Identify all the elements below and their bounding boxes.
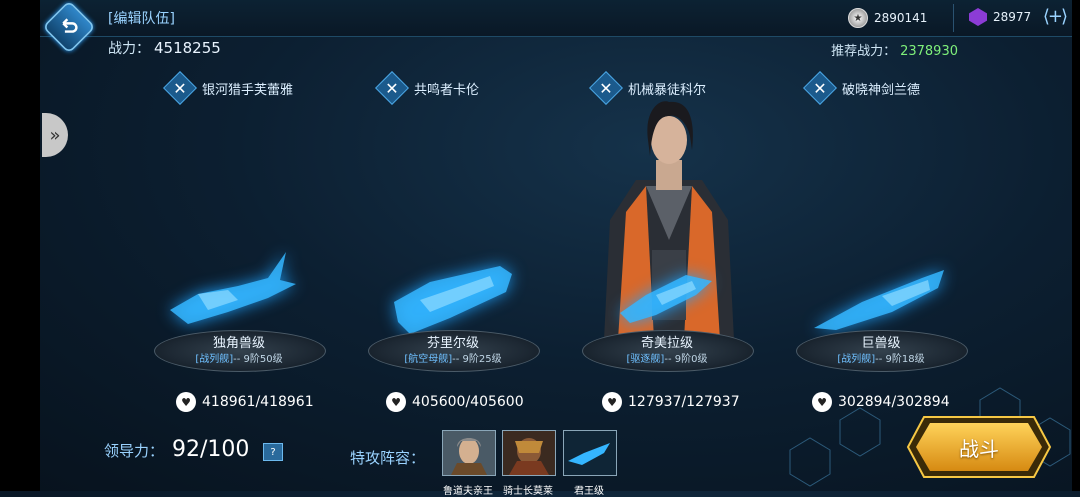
gem-amount: 28977: [993, 10, 1032, 24]
hp-value: 418961/418961: [202, 394, 314, 410]
hp-value: 127937/127937: [628, 394, 740, 410]
remove-slot-1-button[interactable]: ✕: [166, 74, 194, 102]
slot-4-commander: ✕ 破晓神剑兰德: [806, 74, 920, 102]
gem-icon: [969, 8, 987, 26]
ship-rank: -- 9阶18级: [875, 354, 925, 365]
ship-behemoth-class: [814, 270, 944, 330]
heart-icon: ♥: [176, 392, 196, 412]
side-panel-toggle[interactable]: »: [42, 113, 68, 157]
slot-3-commander: ✕ 机械暴徒科尔: [592, 74, 706, 102]
ship-class: [战列舰]: [837, 354, 876, 365]
heart-icon: ♥: [602, 392, 622, 412]
recommended-value: 2378930: [900, 44, 958, 59]
ship-class: [航空母舰]: [404, 354, 453, 365]
special-name: 鲁道夫亲王: [443, 486, 493, 497]
gem-currency: 28977: [969, 8, 1031, 26]
slot-1-ship-info: [战列舰]-- 9阶50级: [154, 350, 324, 365]
ship-chimera-class: [620, 275, 712, 323]
close-icon: ✕: [385, 78, 399, 98]
page-title: [编辑队伍]: [108, 11, 175, 27]
ship-rank: -- 9阶50级: [233, 354, 283, 365]
recommended-label: 推荐战力：: [831, 44, 897, 59]
slot-1-name: 银河猎手芙蕾雅: [202, 82, 294, 98]
add-currency-button[interactable]: ⟨+⟩: [1043, 6, 1068, 27]
slot-4-ship-name: 巨兽级: [861, 336, 901, 351]
special-name: 骑士长莫莱: [503, 486, 553, 497]
ship-unicorn-class: [170, 252, 296, 324]
heart-icon: ♥: [386, 392, 406, 412]
close-icon: ✕: [599, 78, 613, 98]
slot-1-hp: ♥ 418961/418961: [176, 392, 314, 412]
commander-portrait-icon: [502, 430, 556, 476]
help-button[interactable]: ?: [263, 443, 283, 461]
special-card-2[interactable]: 骑士长莫莱: [502, 430, 556, 497]
ship-rank: -- 9阶0级: [664, 354, 708, 365]
remove-slot-2-button[interactable]: ✕: [378, 74, 406, 102]
slot-3-ship-info: [驱逐舰]-- 9阶0级: [582, 350, 752, 365]
slot-1-commander: ✕ 银河猎手芙蕾雅: [166, 74, 293, 102]
ship-class: [驱逐舰]: [626, 354, 665, 365]
currency-divider: [953, 4, 954, 32]
ship-rank: -- 9阶25级: [452, 354, 502, 365]
battle-label: 战斗: [959, 436, 999, 461]
slot-3-hp: ♥ 127937/127937: [602, 392, 740, 412]
team-power: 战力： 4518255: [108, 38, 221, 58]
leadership-label: 领导力：: [104, 442, 165, 460]
slot-2-commander: ✕ 共鸣者卡伦: [378, 74, 479, 102]
slot-1-ship-name: 独角兽级: [212, 336, 265, 351]
screen-edge-left: [0, 0, 40, 491]
close-icon: ✕: [173, 78, 187, 98]
gold-amount: 2890141: [874, 11, 928, 25]
commander-portrait-icon: [442, 430, 496, 476]
ship-fenrir-class: [394, 266, 512, 334]
slot-2-ship-info: [航空母舰]-- 9阶25级: [368, 350, 538, 365]
slot-2-ship-name: 芬里尔级: [426, 336, 479, 351]
slot-3-name: 机械暴徒科尔: [628, 82, 707, 98]
slot-4-ship-info: [战列舰]-- 9阶18级: [796, 350, 966, 365]
slot-4-name: 破晓神剑兰德: [842, 82, 921, 98]
battle-button[interactable]: 战斗: [906, 415, 1052, 479]
close-icon: ✕: [813, 78, 827, 98]
power-value: 4518255: [154, 39, 221, 57]
leadership-value: 92/100: [172, 437, 250, 462]
back-arrow-icon: [62, 18, 78, 33]
remove-slot-4-button[interactable]: ✕: [806, 74, 834, 102]
special-card-3[interactable]: 君王级: [563, 430, 617, 497]
slot-3-ship-name: 奇美拉级: [640, 336, 693, 351]
gold-coin-icon: ★: [848, 8, 868, 28]
power-label: 战力：: [108, 41, 150, 57]
slot-2-hp: ♥ 405600/405600: [386, 392, 524, 412]
chevron-right-icon: »: [49, 124, 61, 146]
slot-2-name: 共鸣者卡伦: [414, 82, 480, 98]
gold-currency: ★ 2890141: [848, 8, 927, 28]
leadership: 领导力： 92/100: [104, 437, 249, 462]
ship-class: [战列舰]: [195, 354, 234, 365]
special-name: 君王级: [574, 486, 604, 497]
special-card-1[interactable]: 鲁道夫亲王: [442, 430, 496, 497]
ship-icon: [563, 430, 617, 476]
remove-slot-3-button[interactable]: ✕: [592, 74, 620, 102]
special-lineup-label: 特攻阵容：: [350, 449, 426, 467]
recommended-power: 推荐战力： 2378930: [831, 40, 958, 59]
hp-value: 405600/405600: [412, 394, 524, 410]
